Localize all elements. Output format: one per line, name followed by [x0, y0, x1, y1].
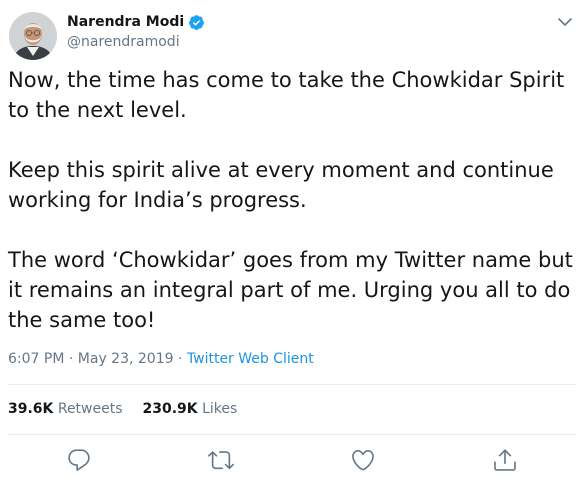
- meta-separator: ·: [68, 351, 74, 367]
- divider: [8, 434, 576, 435]
- tweet-time[interactable]: 6:07 PM: [8, 351, 64, 367]
- tweet-paragraph: Keep this spirit alive at every moment a…: [8, 158, 554, 212]
- tweet-header: Narendra Modi @narendramodi: [8, 8, 579, 60]
- meta-separator: ·: [177, 351, 183, 367]
- retweets-stat[interactable]: 39.6K Retweets: [8, 401, 123, 417]
- likes-label: Likes: [202, 401, 238, 417]
- author-names: Narendra Modi @narendramodi: [67, 12, 205, 50]
- display-name-row: Narendra Modi: [67, 12, 205, 32]
- divider: [8, 384, 576, 385]
- heart-icon[interactable]: [350, 447, 376, 473]
- tweet-date[interactable]: May 23, 2019: [78, 351, 174, 367]
- likes-count: 230.9K: [142, 401, 198, 417]
- avatar[interactable]: [9, 12, 57, 60]
- more-options-chevron-down-icon[interactable]: [555, 12, 575, 32]
- likes-stat[interactable]: 230.9K Likes: [143, 401, 238, 417]
- verified-badge-icon: [188, 14, 205, 31]
- retweets-label: Retweets: [57, 401, 123, 417]
- handle[interactable]: @narendramodi: [67, 34, 205, 50]
- tweet-paragraph: The word ‘Chowkidar’ goes from my Twitte…: [8, 248, 573, 332]
- retweet-icon[interactable]: [208, 447, 234, 473]
- share-icon[interactable]: [492, 447, 518, 473]
- tweet-metadata: 6:07 PM · May 23, 2019 · Twitter Web Cli…: [8, 351, 314, 367]
- reply-icon[interactable]: [66, 447, 92, 473]
- tweet-source-link[interactable]: Twitter Web Client: [187, 351, 314, 367]
- tweet-paragraph: Now, the time has come to take the Chowk…: [8, 68, 565, 122]
- tweet-actions: [8, 447, 576, 473]
- tweet-card: Narendra Modi @narendramodi Now, the tim…: [0, 0, 587, 478]
- tweet-stats: 39.6K Retweets 230.9K Likes: [8, 401, 237, 417]
- tweet-text: Now, the time has come to take the Chowk…: [8, 65, 579, 335]
- retweets-count: 39.6K: [8, 401, 54, 417]
- display-name[interactable]: Narendra Modi: [67, 14, 184, 30]
